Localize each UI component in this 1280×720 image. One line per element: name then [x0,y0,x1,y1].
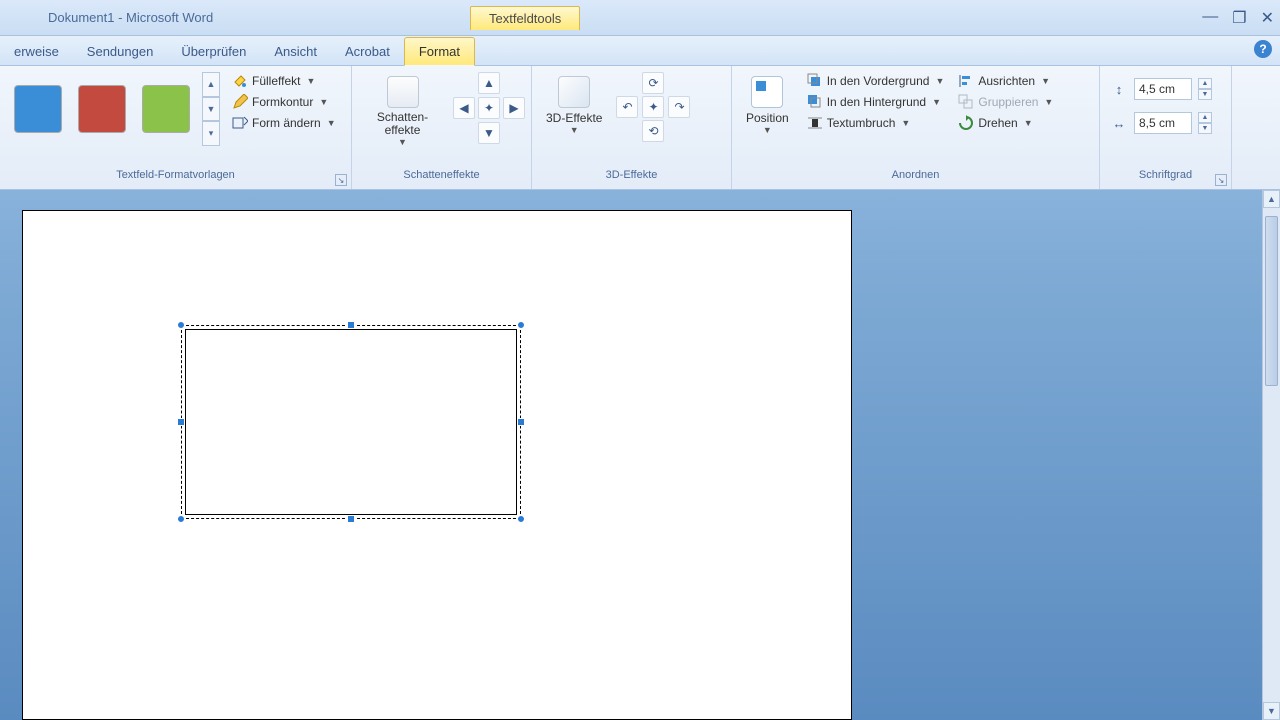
gruppieren-button[interactable]: Gruppieren▼ [954,93,1057,111]
drehen-button[interactable]: Drehen▼ [954,114,1057,132]
rotate-icon [958,115,974,131]
style-swatch-red[interactable] [78,85,126,133]
tab-ansicht[interactable]: Ansicht [260,38,331,65]
group-label-styles: Textfeld-Formatvorlagen [0,169,351,189]
bring-front-icon [807,73,823,89]
group-label-3d: 3D-Effekte [532,169,731,189]
group-label-arrange: Anordnen [732,169,1099,189]
shadow-nudge-right[interactable]: ▶ [503,97,525,119]
width-down[interactable]: ▼ [1198,123,1212,134]
scroll-thumb[interactable] [1265,216,1278,386]
position-button[interactable]: Position▼ [738,72,797,137]
ribbon-tabs: erweise Sendungen Überprüfen Ansicht Acr… [0,36,1280,66]
in-den-vordergrund-button[interactable]: In den Vordergrund▼ [803,72,949,90]
width-icon: ↔ [1110,114,1128,132]
height-up[interactable]: ▲ [1198,78,1212,89]
3d-toggle[interactable]: ✦ [642,96,664,118]
width-up[interactable]: ▲ [1198,112,1212,123]
send-back-icon [807,94,823,110]
textbox-frame[interactable] [185,329,517,515]
textumbruch-button[interactable]: Textumbruch▼ [803,114,949,132]
group-icon [958,94,974,110]
tab-acrobat[interactable]: Acrobat [331,38,404,65]
restore-button[interactable]: ❐ [1232,8,1246,28]
resize-handle-br[interactable] [517,515,525,523]
ausrichten-button[interactable]: Ausrichten▼ [954,72,1057,90]
fuelleffekt-button[interactable]: Fülleffekt▼ [228,72,340,90]
tab-ueberpruefen[interactable]: Überprüfen [167,38,260,65]
minimize-button[interactable]: ― [1202,8,1218,28]
pencil-outline-icon [232,94,248,110]
height-icon: ↕ [1110,80,1128,98]
gallery-more[interactable]: ▾ [202,121,220,146]
cube-icon [558,76,590,108]
height-down[interactable]: ▼ [1198,89,1212,100]
paint-bucket-icon [232,73,248,89]
resize-handle-bl[interactable] [177,515,185,523]
resize-handle-tr[interactable] [517,321,525,329]
change-shape-icon [232,115,248,131]
styles-dialog-launcher[interactable]: ↘ [335,174,347,186]
title-bar: Dokument1 - Microsoft Word Textfeldtools… [0,0,1280,36]
shadow-nudge-down[interactable]: ▼ [478,122,500,144]
window-title: Dokument1 - Microsoft Word [8,10,213,25]
resize-handle-ml[interactable] [177,418,185,426]
resize-handle-tm[interactable] [347,321,355,329]
gallery-scroll-down[interactable]: ▼ [202,97,220,122]
tilt-up[interactable]: ⟳ [642,72,664,94]
close-button[interactable]: ✕ [1261,8,1274,28]
3d-effekte-button[interactable]: 3D-Effekte▼ [538,72,610,137]
shadow-icon [387,76,419,108]
document-page[interactable] [22,210,852,720]
scroll-up[interactable]: ▲ [1263,190,1280,208]
shadow-nudge-up[interactable]: ▲ [478,72,500,94]
formkontur-button[interactable]: Formkontur▼ [228,93,340,111]
shadow-nudge-left[interactable]: ◀ [453,97,475,119]
text-wrap-icon [807,115,823,131]
style-swatch-blue[interactable] [14,85,62,133]
position-icon [751,76,783,108]
schatteneffekte-button[interactable]: Schatten- effekte▼ [358,72,447,149]
tilt-left[interactable]: ↶ [616,96,638,118]
ribbon: ▲ ▼ ▾ Fülleffekt▼ Formkontur▼ Form änder… [0,66,1280,190]
tilt-right[interactable]: ↷ [668,96,690,118]
shape-height-input[interactable] [1134,78,1192,100]
style-gallery[interactable]: ▲ ▼ ▾ [6,72,220,146]
group-label-shadow: Schatteneffekte [352,169,531,189]
size-dialog-launcher[interactable]: ↘ [1215,174,1227,186]
tilt-down[interactable]: ⟲ [642,120,664,142]
group-label-size: Schriftgrad [1100,169,1231,189]
shadow-toggle[interactable]: ✦ [478,97,500,119]
style-swatch-green[interactable] [142,85,190,133]
resize-handle-mr[interactable] [517,418,525,426]
resize-handle-tl[interactable] [177,321,185,329]
tab-sendungen[interactable]: Sendungen [73,38,168,65]
in-den-hintergrund-button[interactable]: In den Hintergrund▼ [803,93,949,111]
tab-verweise[interactable]: erweise [0,38,73,65]
selected-textbox[interactable] [181,325,521,519]
contextual-tab-textfeldtools[interactable]: Textfeldtools [470,6,580,30]
align-icon [958,73,974,89]
gallery-scroll-up[interactable]: ▲ [202,72,220,97]
form-aendern-button[interactable]: Form ändern▼ [228,114,340,132]
tab-format[interactable]: Format [404,37,475,66]
shape-width-input[interactable] [1134,112,1192,134]
resize-handle-bm[interactable] [347,515,355,523]
scroll-down[interactable]: ▼ [1263,702,1280,720]
help-icon[interactable]: ? [1254,40,1272,58]
vertical-scrollbar[interactable]: ▲ ▼ [1262,190,1280,720]
